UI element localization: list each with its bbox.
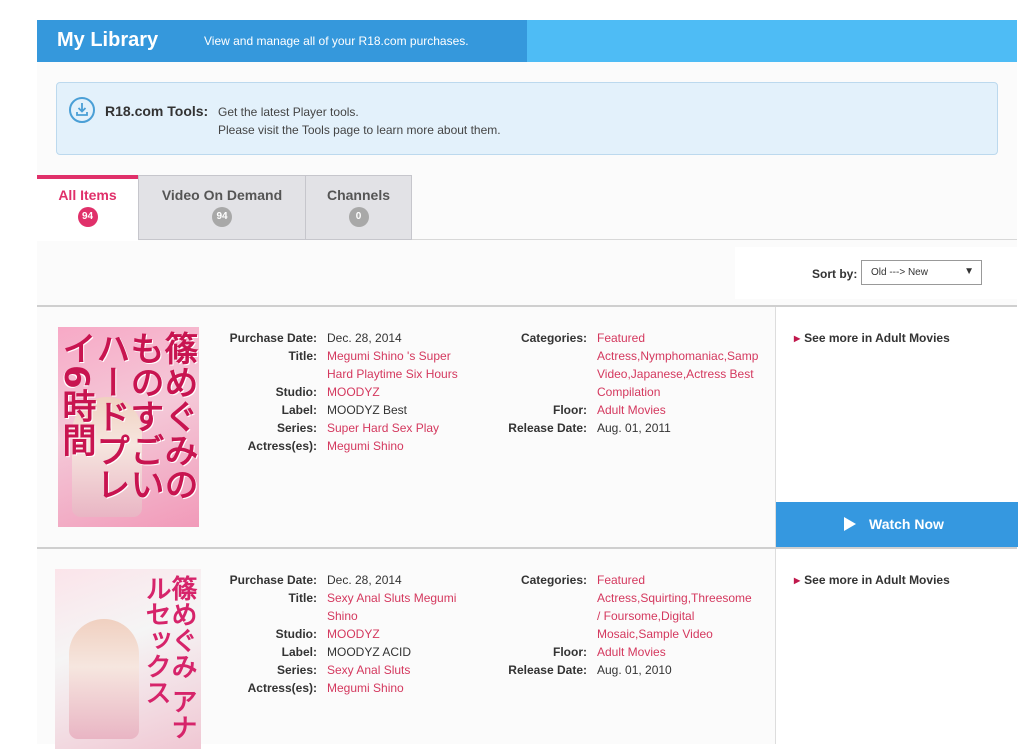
actress-link[interactable]: Megumi Shino bbox=[327, 437, 404, 455]
item-actions: ▶ See more in Adult Movies bbox=[775, 549, 1017, 744]
see-more-link[interactable]: ▶ See more in Adult Movies bbox=[794, 331, 950, 345]
chevron-down-icon: ▼ bbox=[964, 266, 974, 277]
label-value: MOODYZ Best bbox=[327, 403, 408, 417]
studio-label: Studio: bbox=[275, 385, 317, 399]
title-label: Title: bbox=[288, 349, 317, 363]
header-title-block: My Library View and manage all of your R… bbox=[37, 20, 527, 62]
studio-link[interactable]: MOODYZ bbox=[327, 625, 380, 643]
tools-info-box: R18.com Tools: Get the latest Player too… bbox=[56, 82, 998, 155]
library-item: 篠めぐみのものすごいハードプレイ6時間 Purchase Date: Dec. … bbox=[37, 307, 1018, 549]
sort-value: Old ---> New bbox=[871, 267, 928, 278]
categories-line-1[interactable]: Featured bbox=[597, 329, 645, 347]
tools-label: R18.com Tools: bbox=[105, 103, 209, 119]
tab-label: Video On Demand bbox=[161, 187, 283, 203]
play-triangle-icon: ▶ bbox=[794, 334, 801, 343]
categories-line-3[interactable]: / Foursome,Digital bbox=[597, 607, 694, 625]
title-link-line-2[interactable]: Hard Playtime Six Hours bbox=[327, 365, 458, 383]
sort-label: Sort by: bbox=[812, 267, 858, 281]
title-link-line-1[interactable]: Megumi Shino 's Super bbox=[327, 347, 451, 365]
title-link-line-2[interactable]: Shino bbox=[327, 607, 358, 625]
release-date-label: Release Date: bbox=[508, 663, 587, 677]
categories-line-2[interactable]: Actress,Squirting,Threesome bbox=[597, 589, 752, 607]
watch-now-label: Watch Now bbox=[869, 516, 944, 532]
purchase-date-value: Dec. 28, 2014 bbox=[327, 573, 402, 587]
label-label: Label: bbox=[281, 403, 317, 417]
categories-line-1[interactable]: Featured bbox=[597, 571, 645, 589]
tab-channels[interactable]: Channels 0 bbox=[305, 175, 412, 240]
library-item: 篠めぐみ アナルセックス Purchase Date: Dec. 28, 201… bbox=[37, 549, 1017, 749]
page-subtitle: View and manage all of your R18.com purc… bbox=[204, 34, 469, 48]
tab-label: All Items bbox=[58, 187, 117, 203]
actress-label: Actress(es): bbox=[247, 439, 317, 453]
categories-line-4[interactable]: Mosaic,Sample Video bbox=[597, 625, 713, 643]
series-label: Series: bbox=[276, 663, 317, 677]
page-title: My Library bbox=[57, 29, 159, 51]
title-label: Title: bbox=[288, 591, 317, 605]
categories-line-3[interactable]: Video,Japanese,Actress Best bbox=[597, 365, 754, 383]
page-header: My Library View and manage all of your R… bbox=[37, 20, 1017, 62]
download-icon bbox=[69, 97, 95, 123]
tools-text-line-2: Please visit the Tools page to learn mor… bbox=[218, 123, 501, 137]
item-details: Purchase Date: Dec. 28, 2014 Title: Sexy… bbox=[37, 571, 777, 746]
floor-link[interactable]: Adult Movies bbox=[597, 401, 666, 419]
series-label: Series: bbox=[276, 421, 317, 435]
play-icon bbox=[844, 517, 856, 531]
sort-bar: Sort by: Old ---> New ▼ bbox=[735, 247, 1017, 299]
item-details: Purchase Date: Dec. 28, 2014 Title: Megu… bbox=[37, 329, 777, 549]
studio-link[interactable]: MOODYZ bbox=[327, 383, 380, 401]
floor-label: Floor: bbox=[553, 645, 587, 659]
release-date-value: Aug. 01, 2010 bbox=[597, 663, 672, 677]
see-more-label: See more in Adult Movies bbox=[804, 331, 950, 345]
purchase-date-label: Purchase Date: bbox=[229, 331, 317, 345]
categories-line-4[interactable]: Compilation bbox=[597, 383, 660, 401]
categories-label: Categories: bbox=[520, 573, 587, 587]
actress-label: Actress(es): bbox=[247, 681, 317, 695]
play-triangle-icon: ▶ bbox=[794, 576, 801, 585]
label-value: MOODYZ ACID bbox=[327, 645, 412, 659]
purchase-date-value: Dec. 28, 2014 bbox=[327, 331, 402, 345]
studio-label: Studio: bbox=[275, 627, 317, 641]
count-badge: 94 bbox=[212, 207, 232, 227]
floor-label: Floor: bbox=[553, 403, 587, 417]
see-more-link[interactable]: ▶ See more in Adult Movies bbox=[794, 573, 950, 587]
floor-link[interactable]: Adult Movies bbox=[597, 643, 666, 661]
series-link[interactable]: Super Hard Sex Play bbox=[327, 419, 439, 437]
categories-label: Categories: bbox=[520, 331, 587, 345]
actress-link[interactable]: Megumi Shino bbox=[327, 679, 404, 697]
sort-select[interactable]: Old ---> New ▼ bbox=[861, 260, 982, 285]
item-actions: ▶ See more in Adult Movies Watch Now bbox=[775, 307, 1018, 547]
release-date-label: Release Date: bbox=[508, 421, 587, 435]
count-badge: 0 bbox=[348, 207, 369, 227]
tools-text-line-1: Get the latest Player tools. bbox=[218, 105, 359, 119]
tab-label: Channels bbox=[326, 187, 390, 203]
tab-video-on-demand[interactable]: Video On Demand 94 bbox=[138, 175, 306, 240]
categories-line-2[interactable]: Actress,Nymphomaniac,Samp bbox=[597, 347, 758, 365]
title-link-line-1[interactable]: Sexy Anal Sluts Megumi bbox=[327, 589, 456, 607]
watch-now-button[interactable]: Watch Now bbox=[776, 502, 1018, 547]
tab-all-items[interactable]: All Items 94 bbox=[37, 175, 138, 241]
see-more-label: See more in Adult Movies bbox=[804, 573, 950, 587]
purchase-date-label: Purchase Date: bbox=[229, 573, 317, 587]
series-link[interactable]: Sexy Anal Sluts bbox=[327, 661, 410, 679]
release-date-value: Aug. 01, 2011 bbox=[597, 421, 671, 435]
count-badge: 94 bbox=[77, 207, 98, 227]
label-label: Label: bbox=[281, 645, 317, 659]
